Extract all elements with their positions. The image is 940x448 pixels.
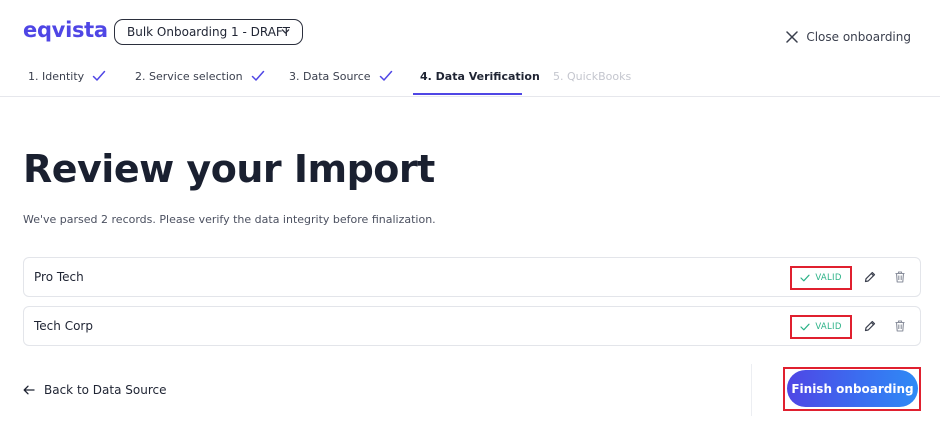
close-onboarding-button[interactable]: Close onboarding	[786, 30, 911, 44]
back-link-label: Back to Data Source	[44, 383, 167, 397]
close-onboarding-label: Close onboarding	[806, 30, 911, 44]
record-row: Pro Tech VALID	[23, 257, 921, 297]
close-icon	[786, 31, 799, 43]
onboarding-draft-select[interactable]: Bulk Onboarding 1 - DRAFT	[114, 19, 303, 45]
step-identity[interactable]: 1. Identity	[28, 68, 106, 84]
status-label: VALID	[815, 273, 842, 283]
status-label: VALID	[815, 322, 842, 332]
active-step-indicator	[413, 93, 522, 95]
draft-select-label: Bulk Onboarding 1 - DRAFT	[127, 25, 290, 39]
record-name: Pro Tech	[34, 270, 84, 284]
valid-status-badge: VALID	[790, 315, 852, 339]
pencil-icon[interactable]	[863, 270, 877, 284]
step-label: 3. Data Source	[289, 69, 371, 83]
step-label: 4. Data Verification	[420, 69, 540, 83]
step-service-selection[interactable]: 2. Service selection	[135, 68, 265, 84]
record-name: Tech Corp	[34, 319, 93, 333]
record-row: Tech Corp VALID	[23, 306, 921, 346]
step-quickbooks: 5. QuickBooks	[553, 68, 631, 84]
onboarding-steps: 1. Identity 2. Service selection 3. Data…	[0, 60, 940, 97]
step-data-source[interactable]: 3. Data Source	[289, 68, 393, 84]
chevron-down-icon	[281, 29, 290, 34]
check-icon	[251, 70, 264, 81]
back-to-data-source-link[interactable]: Back to Data Source	[23, 383, 167, 397]
check-icon	[379, 70, 392, 81]
page-title: Review your Import	[23, 147, 435, 191]
valid-status-badge: VALID	[790, 266, 852, 290]
eqvista-logo: eqvista	[23, 18, 108, 42]
footer-divider	[751, 364, 752, 416]
check-icon	[800, 274, 810, 282]
step-label: 2. Service selection	[135, 69, 243, 83]
page-subtitle: We've parsed 2 records. Please verify th…	[23, 213, 436, 226]
step-label: 5. QuickBooks	[553, 69, 632, 83]
trash-icon[interactable]	[893, 319, 907, 333]
arrow-left-icon	[23, 385, 35, 395]
finish-onboarding-button[interactable]: Finish onboarding	[787, 370, 918, 407]
pencil-icon[interactable]	[863, 319, 877, 333]
check-icon	[800, 323, 810, 331]
step-label: 1. Identity	[28, 69, 85, 83]
trash-icon[interactable]	[893, 270, 907, 284]
check-icon	[92, 70, 106, 81]
step-data-verification[interactable]: 4. Data Verification	[420, 68, 540, 84]
